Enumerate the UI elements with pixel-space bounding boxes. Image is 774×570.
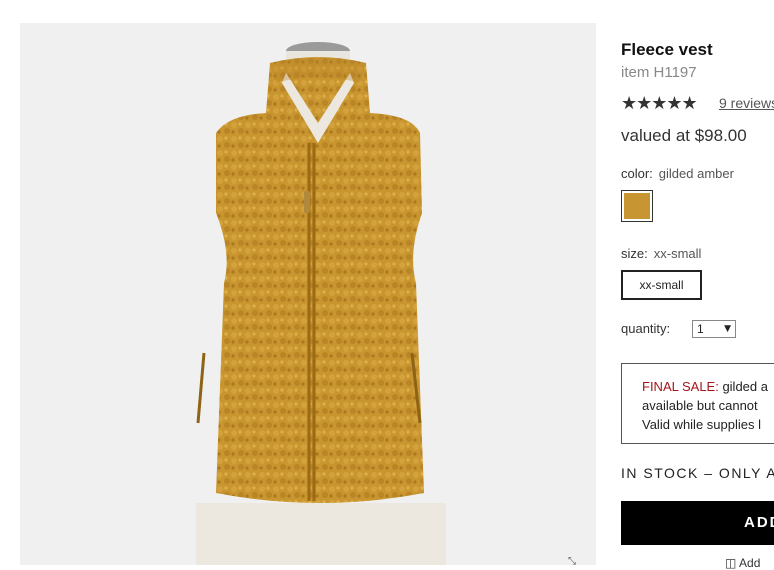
add-to-bag-button[interactable]: ADD <box>621 501 774 545</box>
final-sale-line1-text: gilded a <box>718 379 768 394</box>
rating-stars-icon: ★★★★★ <box>621 93 698 114</box>
swatch-fill <box>624 193 650 219</box>
quantity-select[interactable]: 1 ▼ <box>692 320 736 338</box>
left-pocket <box>196 352 206 424</box>
color-label: color: <box>621 166 653 181</box>
wishlist-icon: ◫ <box>725 556 740 570</box>
item-number: item H1197 <box>621 64 697 81</box>
size-label-row: size: xx-small <box>621 246 701 261</box>
wishlist-label: Add <box>739 556 761 570</box>
chevron-down-icon: ▼ <box>724 324 731 334</box>
reviews-link[interactable]: 9 reviews <box>719 95 774 111</box>
stock-status: IN STOCK – ONLY A <box>621 465 774 481</box>
product-title: Fleece vest <box>621 40 713 59</box>
final-sale-label: FINAL SALE: <box>642 379 719 394</box>
size-option-xx-small[interactable]: xx-small <box>621 270 702 300</box>
zipper-pull <box>304 191 310 213</box>
final-sale-line2: available but cannot <box>642 398 758 413</box>
color-swatch-gilded-amber[interactable] <box>621 190 653 222</box>
price: valued at $98.00 <box>621 126 747 145</box>
color-value: gilded amber <box>658 166 734 181</box>
final-sale-line3: Valid while supplies l <box>642 417 761 432</box>
size-label: size: <box>621 246 648 261</box>
final-sale-line1: FINAL SALE: gilded a <box>642 377 774 396</box>
size-value: xx-small <box>653 246 702 261</box>
product-image[interactable] <box>20 23 596 565</box>
quantity-value: 1 <box>697 322 704 336</box>
final-sale-notice: FINAL SALE: gilded a available but canno… <box>621 363 774 444</box>
add-to-wishlist-link[interactable]: ◫ Add <box>725 556 760 570</box>
quantity-label: quantity: <box>621 321 671 336</box>
color-label-row: color: gilded amber <box>621 166 734 181</box>
vest-illustration <box>196 42 446 565</box>
